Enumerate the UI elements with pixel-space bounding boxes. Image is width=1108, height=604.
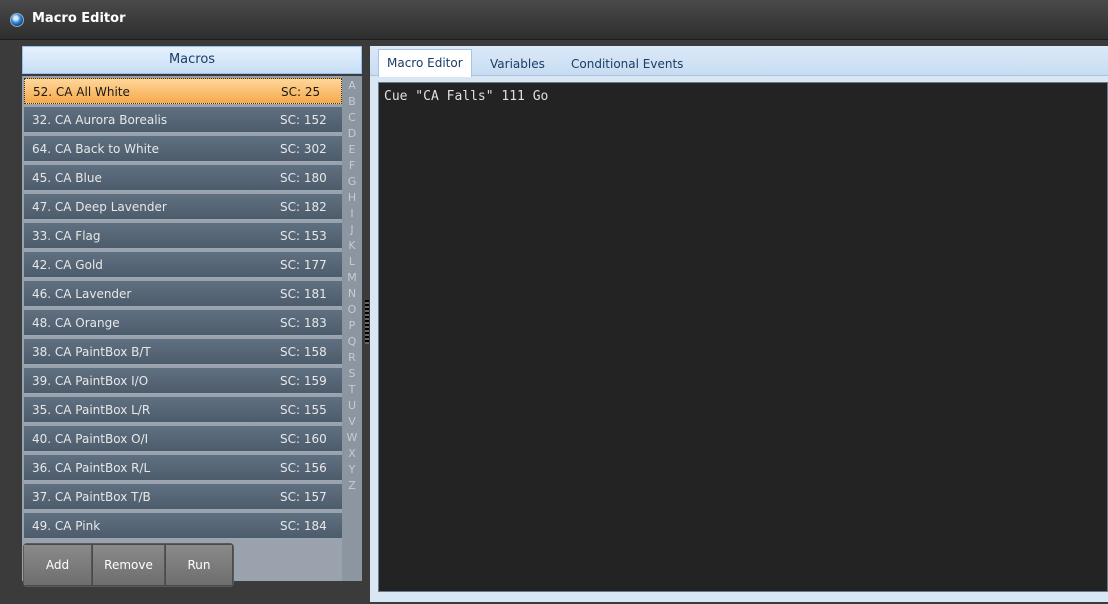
alpha-letter-s[interactable]: S <box>342 367 362 380</box>
macro-name: 48. CA Orange <box>32 316 120 330</box>
macro-list[interactable]: 52. CA All White SC: 25 32. CA Aurora Bo… <box>22 76 342 581</box>
macro-sc: SC: 184 <box>280 519 327 533</box>
macro-item[interactable]: 33. CA Flag SC: 153 <box>24 223 342 249</box>
macro-name: 38. CA PaintBox B/T <box>32 345 151 359</box>
alpha-letter-i[interactable]: I <box>342 207 362 220</box>
macro-item[interactable]: 46. CA Lavender SC: 181 <box>24 281 342 307</box>
macro-name: 49. CA Pink <box>32 519 101 533</box>
macro-item[interactable]: 47. CA Deep Lavender SC: 182 <box>24 194 342 220</box>
macro-sc: SC: 182 <box>280 200 327 214</box>
alpha-letter-o[interactable]: O <box>342 303 362 316</box>
macro-sc: SC: 181 <box>280 287 327 301</box>
alpha-letter-u[interactable]: U <box>342 399 362 412</box>
macros-header: Macros <box>22 46 362 74</box>
alpha-letter-m[interactable]: M <box>342 271 362 284</box>
macro-item[interactable]: 64. CA Back to White SC: 302 <box>24 136 342 162</box>
alpha-letter-z[interactable]: Z <box>342 479 362 492</box>
macro-sc: SC: 158 <box>280 345 327 359</box>
macro-name: 45. CA Blue <box>32 171 102 185</box>
macro-button-group: Add Remove Run <box>23 543 234 587</box>
tab-bar: Macro Editor Variables Conditional Event… <box>370 46 1108 77</box>
macro-item[interactable]: 42. CA Gold SC: 177 <box>24 252 342 278</box>
alpha-letter-n[interactable]: N <box>342 287 362 300</box>
tab-conditional-events[interactable]: Conditional Events <box>571 52 683 76</box>
macro-sc: SC: 25 <box>281 85 321 99</box>
macro-name: 47. CA Deep Lavender <box>32 200 167 214</box>
editor-panel: Macro Editor Variables Conditional Event… <box>370 46 1108 602</box>
macro-item[interactable]: 52. CA All White SC: 25 <box>24 78 342 104</box>
macro-name: 37. CA PaintBox T/B <box>32 490 151 504</box>
alpha-letter-q[interactable]: Q <box>342 335 362 348</box>
macro-sc: SC: 155 <box>280 403 327 417</box>
macro-name: 39. CA PaintBox I/O <box>32 374 149 388</box>
alphabet-index: A B C D E F G H I J K L M N O P Q R S T … <box>342 76 362 581</box>
alpha-letter-x[interactable]: X <box>342 447 362 460</box>
alpha-letter-v[interactable]: V <box>342 415 362 428</box>
macro-item[interactable]: 36. CA PaintBox R/L SC: 156 <box>24 455 342 481</box>
panel-splitter-handle[interactable] <box>365 300 369 344</box>
macro-sc: SC: 183 <box>280 316 327 330</box>
alpha-letter-d[interactable]: D <box>342 127 362 140</box>
macro-sc: SC: 302 <box>280 142 327 156</box>
macro-name: 32. CA Aurora Borealis <box>32 113 168 127</box>
macro-item[interactable]: 48. CA Orange SC: 183 <box>24 310 342 336</box>
macro-item[interactable]: 40. CA PaintBox O/I SC: 160 <box>24 426 342 452</box>
macro-code-editor[interactable]: Cue "CA Falls" 111 Go <box>378 82 1108 592</box>
alpha-letter-l[interactable]: L <box>342 255 362 268</box>
macro-item[interactable]: 38. CA PaintBox B/T SC: 158 <box>24 339 342 365</box>
app-globe-icon <box>10 13 24 27</box>
macro-sc: SC: 152 <box>280 113 327 127</box>
macros-panel: Macros 52. CA All White SC: 25 32. CA Au… <box>22 46 362 590</box>
alpha-letter-y[interactable]: Y <box>342 463 362 476</box>
macro-name: 33. CA Flag <box>32 229 101 243</box>
macro-name: 42. CA Gold <box>32 258 103 272</box>
alpha-letter-t[interactable]: T <box>342 383 362 396</box>
title-bar: Macro Editor <box>0 0 1108 40</box>
macro-name: 64. CA Back to White <box>32 142 160 156</box>
macro-sc: SC: 159 <box>280 374 327 388</box>
macro-sc: SC: 177 <box>280 258 327 272</box>
macro-sc: SC: 160 <box>280 432 327 446</box>
alpha-letter-h[interactable]: H <box>342 191 362 204</box>
add-button[interactable]: Add <box>24 545 92 585</box>
macro-sc: SC: 157 <box>280 490 327 504</box>
macro-name: 35. CA PaintBox L/R <box>32 403 151 417</box>
macro-sc: SC: 156 <box>280 461 327 475</box>
alpha-letter-e[interactable]: E <box>342 143 362 156</box>
macro-item[interactable]: 32. CA Aurora Borealis SC: 152 <box>24 107 342 133</box>
alpha-letter-r[interactable]: R <box>342 351 362 364</box>
macro-item[interactable]: 35. CA PaintBox L/R SC: 155 <box>24 397 342 423</box>
macro-item[interactable]: 37. CA PaintBox T/B SC: 157 <box>24 484 342 510</box>
macro-name: 36. CA PaintBox R/L <box>32 461 151 475</box>
window-title: Macro Editor <box>32 11 126 26</box>
macro-item[interactable]: 49. CA Pink SC: 184 <box>24 513 342 539</box>
alpha-letter-w[interactable]: W <box>342 431 362 444</box>
alpha-letter-a[interactable]: A <box>342 79 362 92</box>
alpha-letter-f[interactable]: F <box>342 159 362 172</box>
macro-editor-window: Macro Editor Macros 52. CA All White SC:… <box>0 0 1108 604</box>
macro-item[interactable]: 39. CA PaintBox I/O SC: 159 <box>24 368 342 394</box>
tab-macro-editor[interactable]: Macro Editor <box>378 49 472 77</box>
macro-sc: SC: 153 <box>280 229 327 243</box>
alpha-letter-j[interactable]: J <box>342 223 362 236</box>
remove-button[interactable]: Remove <box>93 545 165 585</box>
macro-item[interactable]: 45. CA Blue SC: 180 <box>24 165 342 191</box>
macro-name: 52. CA All White <box>33 85 130 99</box>
alpha-letter-p[interactable]: P <box>342 319 362 332</box>
macro-name: 46. CA Lavender <box>32 287 132 301</box>
macro-sc: SC: 180 <box>280 171 327 185</box>
alpha-letter-k[interactable]: K <box>342 239 362 252</box>
alpha-letter-c[interactable]: C <box>342 111 362 124</box>
macro-name: 40. CA PaintBox O/I <box>32 432 149 446</box>
alpha-letter-b[interactable]: B <box>342 95 362 108</box>
alpha-letter-g[interactable]: G <box>342 175 362 188</box>
tab-variables[interactable]: Variables <box>490 52 545 76</box>
run-button[interactable]: Run <box>166 545 232 585</box>
